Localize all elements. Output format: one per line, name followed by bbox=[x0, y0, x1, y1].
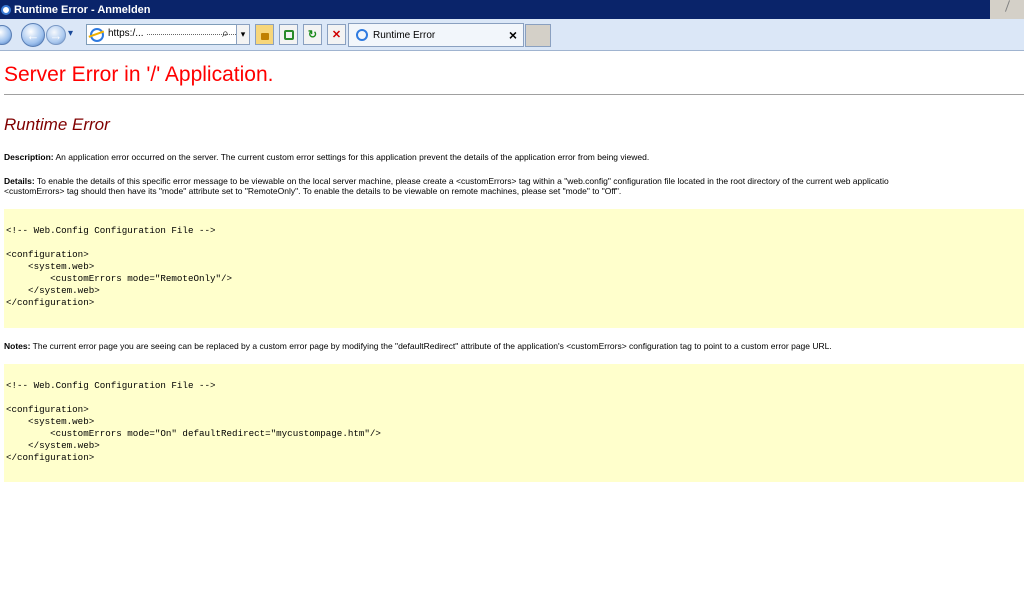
address-dropdown-icon[interactable]: ▾ bbox=[236, 24, 250, 45]
forward-button[interactable]: → bbox=[46, 25, 66, 45]
description-label: Description: bbox=[4, 152, 54, 162]
back-arrow-icon: ← bbox=[26, 27, 40, 43]
lock-body bbox=[260, 33, 269, 40]
browser-toolbar: ← → ▾ https:/... ⌕ ▾ ↻ ✕ Runtime Error × bbox=[0, 19, 1024, 51]
history-dropdown-icon[interactable]: ▾ bbox=[68, 28, 80, 40]
search-icon[interactable]: ⌕ bbox=[222, 26, 236, 40]
description-text: An application error occurred on the ser… bbox=[53, 152, 650, 162]
page-title: Server Error in '/' Application. bbox=[4, 63, 274, 86]
security-lock-icon[interactable] bbox=[255, 24, 274, 45]
compatibility-view-icon[interactable] bbox=[279, 24, 298, 45]
notes-label: Notes: bbox=[4, 341, 31, 351]
ie-logo-icon bbox=[1, 4, 11, 15]
details-text-line1: To enable the details of this specific e… bbox=[34, 176, 889, 186]
page-ie-icon bbox=[90, 28, 104, 42]
ie-home-icon[interactable] bbox=[0, 25, 12, 45]
tab-ie-icon bbox=[356, 29, 368, 41]
tab-runtime-error[interactable]: Runtime Error × bbox=[348, 23, 524, 47]
tab-label: Runtime Error bbox=[373, 30, 436, 41]
refresh-icon[interactable]: ↻ bbox=[303, 24, 322, 45]
address-url: https:/... bbox=[108, 28, 144, 39]
compat-glyph bbox=[283, 29, 294, 40]
details-label: Details: bbox=[4, 176, 35, 186]
details-paragraph: Details: To enable the details of this s… bbox=[4, 176, 889, 196]
code-text-custompage: <!-- Web.Config Configuration File --> <… bbox=[6, 380, 381, 463]
notes-text: The current error page you are seeing ca… bbox=[30, 341, 832, 351]
code-text-remoteonly: <!-- Web.Config Configuration File --> <… bbox=[6, 225, 233, 308]
new-tab-button[interactable] bbox=[525, 24, 551, 47]
description-paragraph: Description: An application error occurr… bbox=[4, 152, 649, 162]
notes-paragraph: Notes: The current error page you are se… bbox=[4, 341, 832, 351]
tab-close-icon[interactable]: × bbox=[509, 27, 517, 43]
window-title: Runtime Error - Anmelden bbox=[14, 3, 151, 16]
divider bbox=[4, 94, 1024, 95]
window-title-bar: Runtime Error - Anmelden bbox=[0, 0, 1024, 19]
window-controls[interactable] bbox=[990, 0, 1024, 19]
code-block-remoteonly: <!-- Web.Config Configuration File --> <… bbox=[4, 209, 1024, 328]
page-subtitle: Runtime Error bbox=[4, 115, 110, 134]
details-text-line2: <customErrors> tag should then have its … bbox=[4, 186, 622, 196]
back-button[interactable]: ← bbox=[21, 23, 45, 47]
code-block-custompage: <!-- Web.Config Configuration File --> <… bbox=[4, 364, 1024, 482]
stop-icon[interactable]: ✕ bbox=[327, 24, 346, 45]
forward-arrow-icon: → bbox=[49, 27, 63, 43]
